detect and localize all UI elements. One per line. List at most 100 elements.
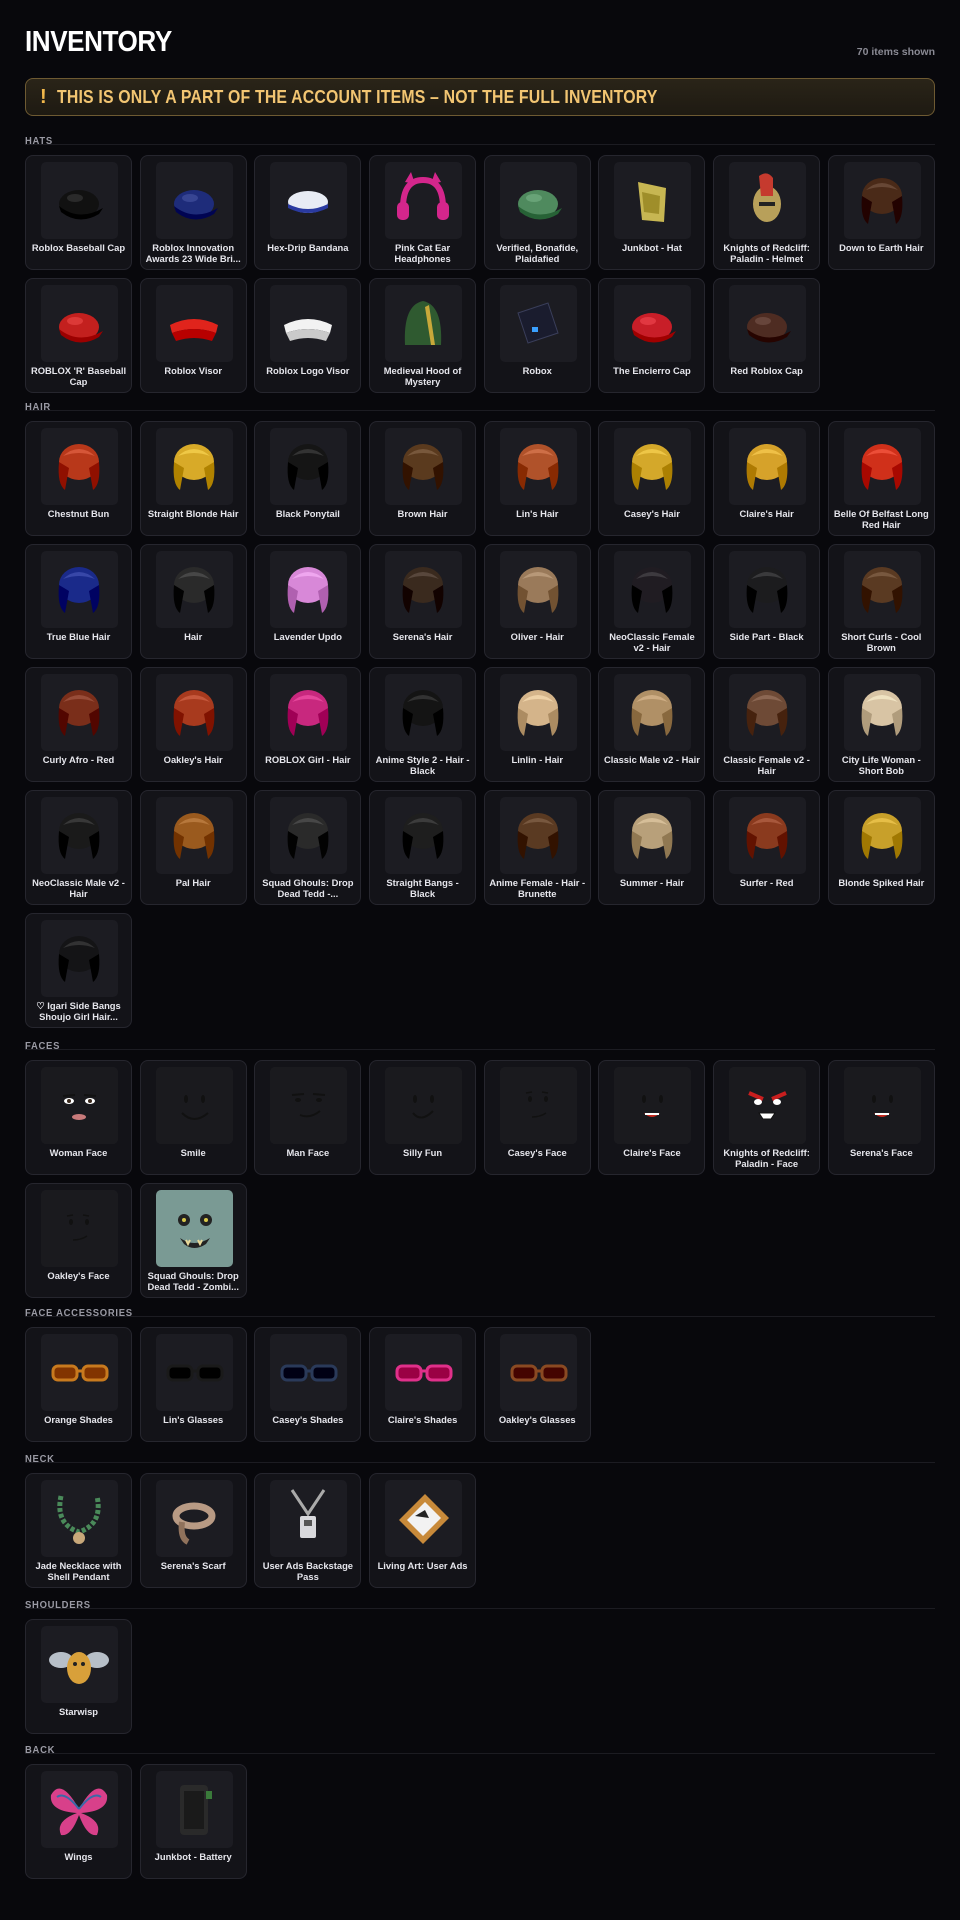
item-card[interactable]: Woman Face (25, 1060, 132, 1175)
item-card[interactable]: Short Curls - Cool Brown (827, 544, 935, 659)
item-card[interactable]: Surfer - Red (713, 790, 821, 905)
item-thumbnail (614, 1067, 692, 1144)
hair-icon (844, 551, 921, 628)
item-card[interactable]: Classic Female v2 - Hair (713, 667, 821, 782)
item-card[interactable]: Starwisp (25, 1619, 132, 1734)
item-card[interactable]: Side Part - Black (713, 544, 821, 659)
item-card[interactable]: Chestnut Bun (25, 421, 132, 536)
hair-icon (385, 674, 462, 751)
item-card[interactable]: Robox (483, 278, 591, 393)
item-grid: Orange Shades Lin's Glasses Casey's Shad… (25, 1327, 935, 1442)
item-card[interactable]: Living Art: User Ads (369, 1473, 477, 1588)
item-card[interactable]: Straight Bangs - Black (369, 790, 477, 905)
item-card[interactable]: Roblox Baseball Cap (25, 155, 132, 270)
item-card[interactable]: Serena's Hair (369, 544, 477, 659)
item-card[interactable]: Roblox Logo Visor (254, 278, 362, 393)
item-card[interactable]: Orange Shades (25, 1327, 132, 1442)
item-card[interactable]: Claire's Hair (713, 421, 821, 536)
section-neck: NECK Jade Necklace with Shell Pendant Se… (25, 1447, 935, 1588)
item-name: True Blue Hair (46, 631, 111, 642)
item-card[interactable]: Wings (25, 1764, 132, 1879)
item-card[interactable]: ROBLOX Girl - Hair (254, 667, 362, 782)
item-card[interactable]: NeoClassic Male v2 - Hair (25, 790, 132, 905)
item-card[interactable]: Anime Style 2 - Hair - Black (369, 667, 477, 782)
item-card[interactable]: Squad Ghouls: Drop Dead Tedd - Zombi... (139, 1183, 247, 1298)
item-card[interactable]: Lin's Glasses (139, 1327, 247, 1442)
glasses-icon (156, 1334, 233, 1411)
item-card[interactable]: Hex-Drip Bandana (254, 155, 362, 270)
item-card[interactable]: Summer - Hair (598, 790, 706, 905)
item-card[interactable]: Brown Hair (369, 421, 477, 536)
hair-icon (156, 551, 233, 628)
item-card[interactable]: Belle Of Belfast Long Red Hair (827, 421, 935, 536)
visor-icon (270, 285, 347, 362)
item-thumbnail (41, 1771, 118, 1848)
item-card[interactable]: Junkbot - Hat (598, 155, 706, 270)
section-hats: HATS Roblox Baseball Cap Roblox Innovati… (25, 129, 935, 393)
item-card[interactable]: City Life Woman - Short Bob (827, 667, 935, 782)
item-card[interactable]: Hair (139, 544, 247, 659)
item-card[interactable]: Casey's Hair (598, 421, 706, 536)
item-name: Classic Female v2 - Hair (723, 754, 810, 776)
bandana-icon (270, 162, 347, 239)
item-thumbnail (385, 551, 463, 628)
item-card[interactable]: Claire's Face (598, 1060, 706, 1175)
item-card[interactable]: Lin's Hair (483, 421, 591, 536)
item-card[interactable]: Black Ponytail (254, 421, 362, 536)
item-card[interactable]: Verified, Bonafide, Plaidafied (483, 155, 591, 270)
item-card[interactable]: Classic Male v2 - Hair (598, 667, 706, 782)
item-card[interactable]: ♡ Igari Side Bangs Shoujo Girl Hair... (25, 913, 132, 1028)
item-card[interactable]: The Encierro Cap (598, 278, 706, 393)
item-name: Oakley's Glasses (498, 1414, 576, 1425)
item-card[interactable]: Red Roblox Cap (713, 278, 821, 393)
item-card[interactable]: Curly Afro - Red (25, 667, 132, 782)
item-name: Smile (180, 1147, 206, 1158)
item-card[interactable]: Lavender Updo (254, 544, 362, 659)
item-card[interactable]: Serena's Scarf (139, 1473, 247, 1588)
item-card[interactable]: Oliver - Hair (483, 544, 591, 659)
item-thumbnail (41, 1334, 118, 1411)
item-card[interactable]: Serena's Face (827, 1060, 935, 1175)
item-card[interactable]: Roblox Innovation Awards 23 Wide Bri... (139, 155, 247, 270)
item-card[interactable]: Pink Cat Ear Headphones (369, 155, 477, 270)
item-card[interactable]: Medieval Hood of Mystery (369, 278, 477, 393)
item-grid: Chestnut Bun Straight Blonde Hair Black … (25, 421, 935, 1028)
item-card[interactable]: Jade Necklace with Shell Pendant (25, 1473, 132, 1588)
item-card[interactable]: Squad Ghouls: Drop Dead Tedd -... (254, 790, 362, 905)
item-card[interactable]: Casey's Shades (254, 1327, 362, 1442)
item-grid: Starwisp (25, 1619, 935, 1734)
item-card[interactable]: Claire's Shades (369, 1327, 477, 1442)
item-thumbnail (729, 428, 807, 505)
battery-icon (156, 1771, 233, 1848)
item-card[interactable]: Casey's Face (483, 1060, 591, 1175)
item-name: Red Roblox Cap (730, 365, 803, 376)
item-card[interactable]: Knights of Redcliff: Paladin - Helmet (713, 155, 821, 270)
item-card[interactable]: Oakley's Glasses (483, 1327, 591, 1442)
item-card[interactable]: Straight Blonde Hair (139, 421, 247, 536)
item-card[interactable]: Knights of Redcliff: Paladin - Face (713, 1060, 821, 1175)
item-name: Lavender Updo (273, 631, 342, 642)
item-card[interactable]: Linlin - Hair (483, 667, 591, 782)
section-label: SHOULDERS (25, 1599, 91, 1611)
face-casey-icon (499, 1067, 577, 1144)
item-card[interactable]: Anime Female - Hair - Brunette (483, 790, 591, 905)
item-thumbnail (41, 1190, 118, 1267)
item-card[interactable]: Junkbot - Battery (139, 1764, 247, 1879)
item-card[interactable]: NeoClassic Female v2 - Hair (598, 544, 706, 659)
item-name: Serena's Scarf (160, 1560, 226, 1571)
item-card[interactable]: Roblox Visor (139, 278, 247, 393)
item-card[interactable]: Down to Earth Hair (827, 155, 935, 270)
item-card[interactable]: Blonde Spiked Hair (827, 790, 935, 905)
item-card[interactable]: Pal Hair (139, 790, 247, 905)
item-card[interactable]: True Blue Hair (25, 544, 132, 659)
cap-icon (614, 285, 691, 362)
item-card[interactable]: ROBLOX 'R' Baseball Cap (25, 278, 132, 393)
item-card[interactable]: Oakley's Face (25, 1183, 132, 1298)
item-thumbnail (41, 428, 118, 505)
item-card[interactable]: Smile (139, 1060, 247, 1175)
item-card[interactable]: Oakley's Hair (139, 667, 247, 782)
item-card[interactable]: Silly Fun (369, 1060, 477, 1175)
item-card[interactable]: User Ads Backstage Pass (254, 1473, 362, 1588)
item-card[interactable]: Man Face (254, 1060, 362, 1175)
hair-icon (270, 674, 347, 751)
